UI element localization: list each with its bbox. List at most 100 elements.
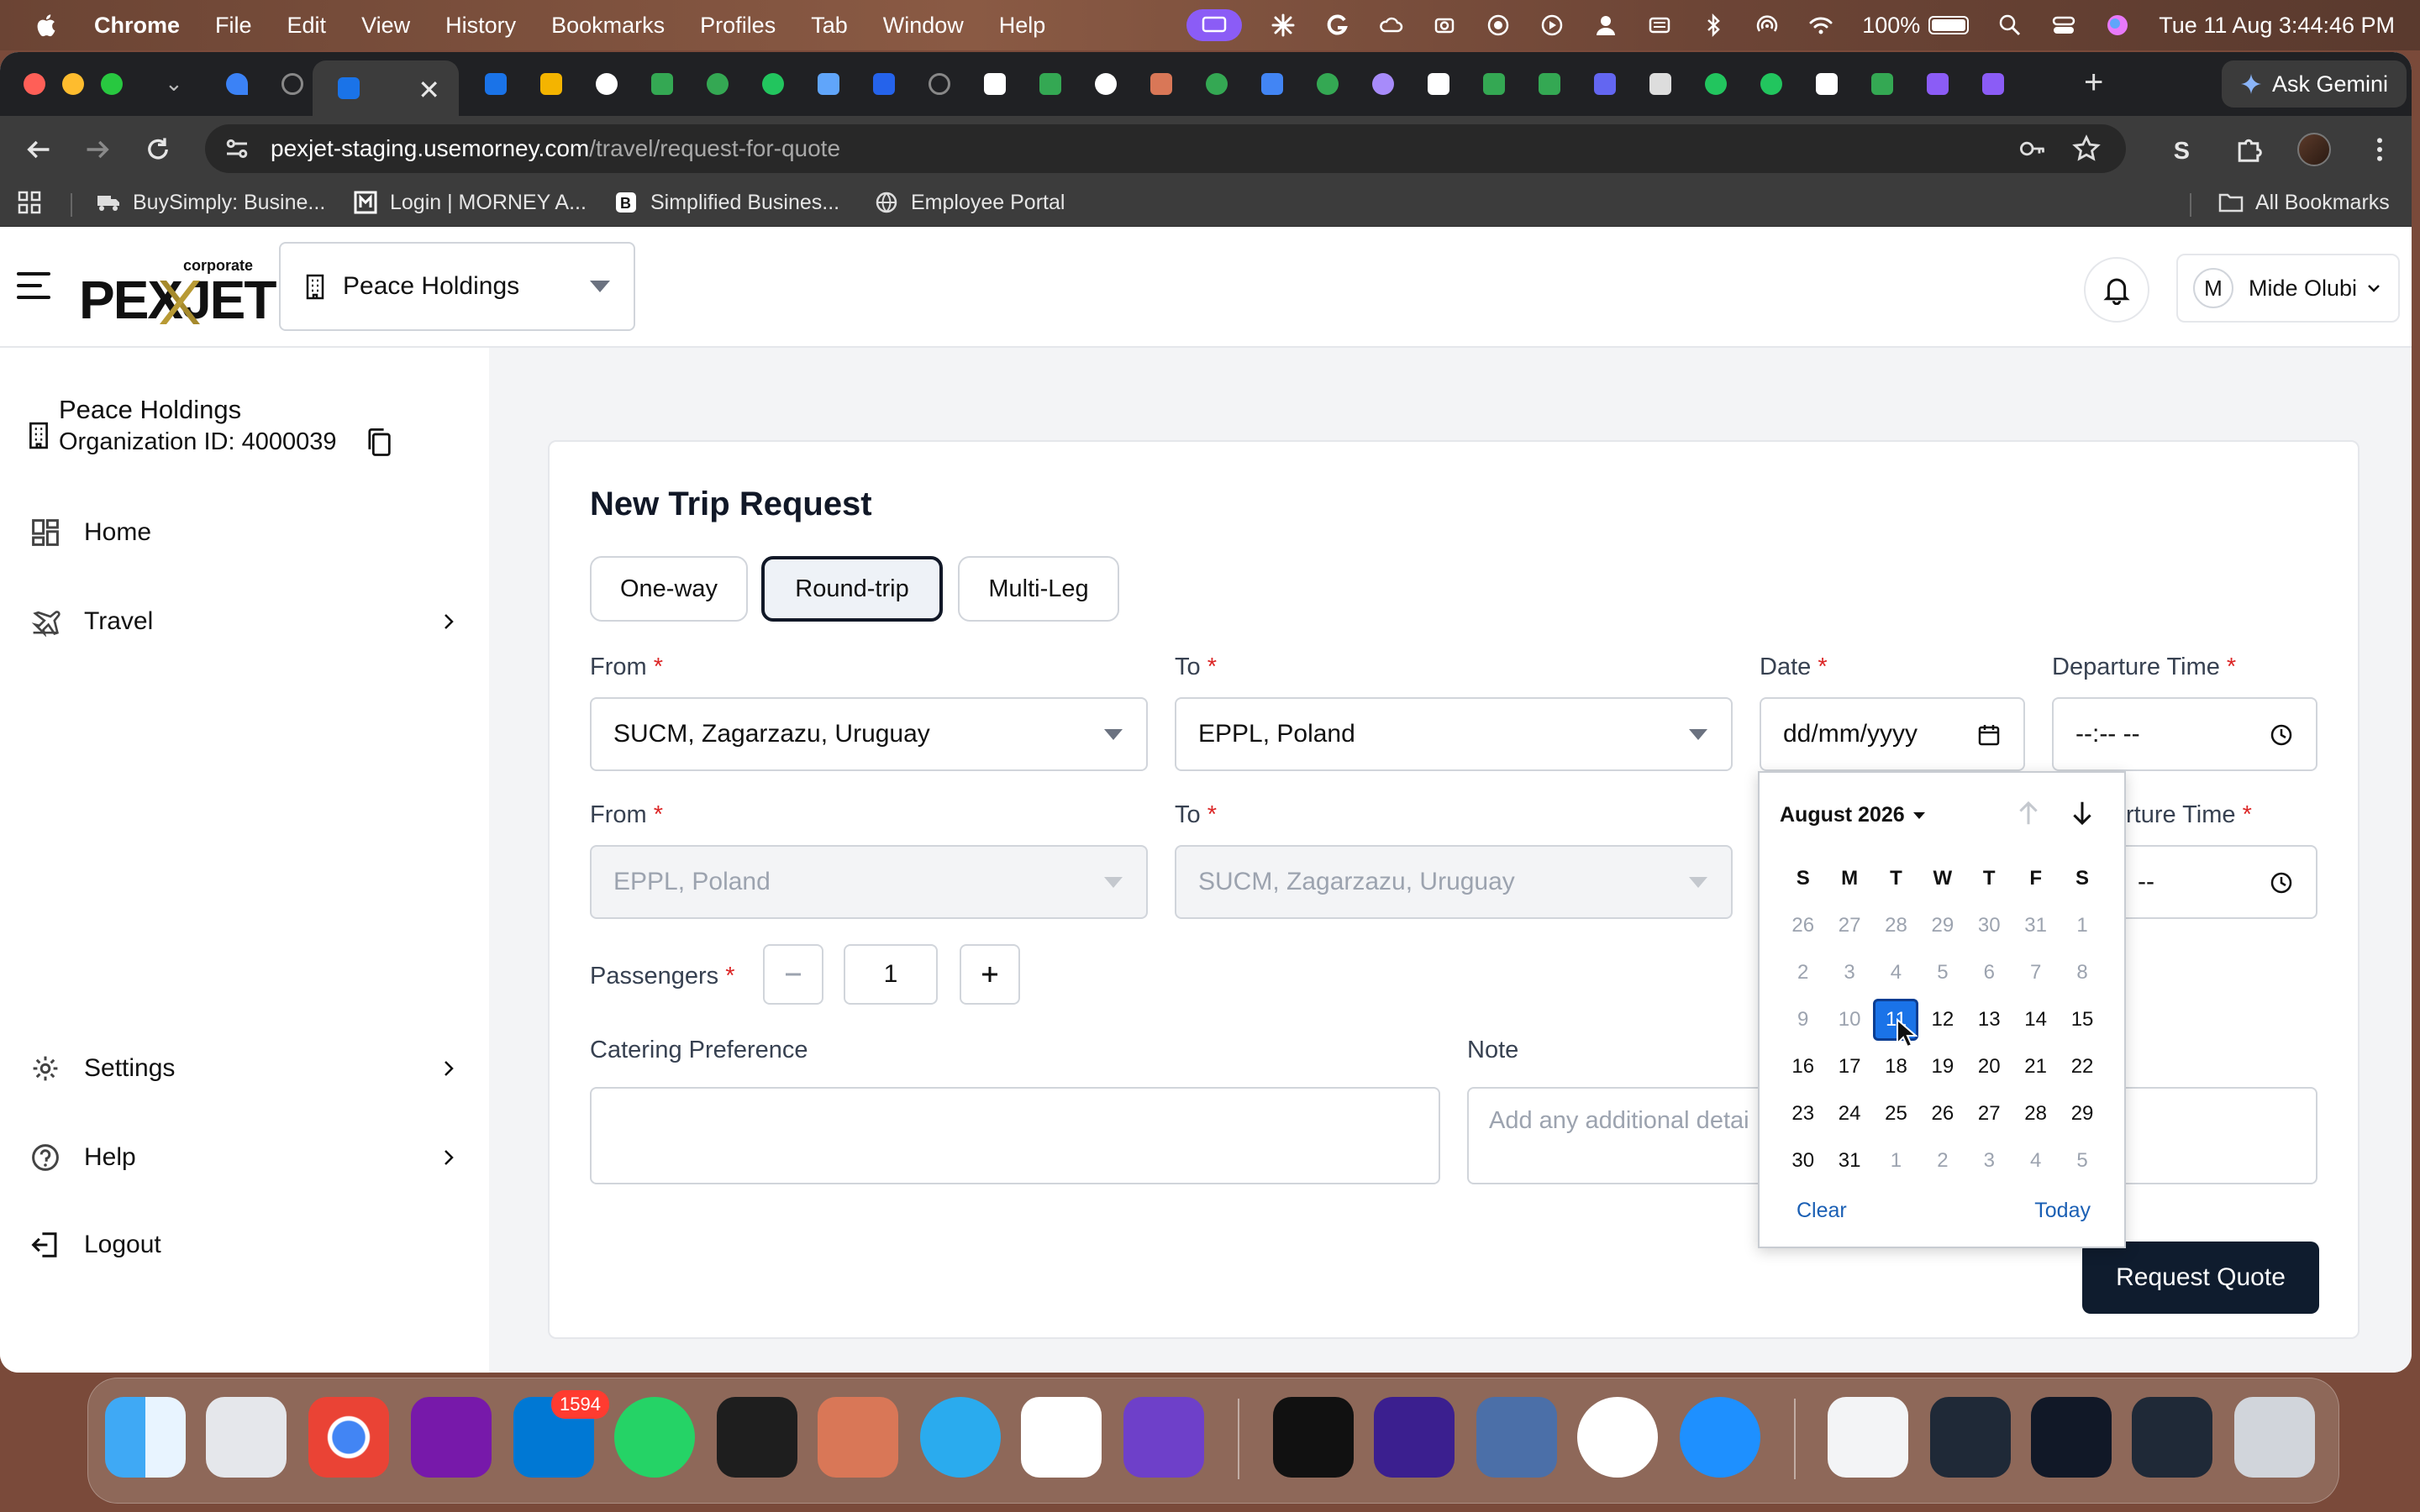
calendar-day[interactable]: 25 [1873,1092,1919,1136]
browser-tab[interactable] [810,66,847,102]
onenote-icon[interactable] [411,1397,492,1478]
month-year-selector[interactable]: August 2026 [1780,803,1925,827]
user-icon[interactable] [1593,13,1618,38]
claude-dock-icon[interactable] [818,1397,898,1478]
browser-tab[interactable] [1642,66,1679,102]
calendar-day[interactable]: 27 [1966,1092,2012,1136]
calendar-day[interactable]: 24 [1826,1092,1872,1136]
browser-tab[interactable] [1143,66,1180,102]
profile-avatar[interactable] [2297,133,2331,166]
calendar-day[interactable]: 12 [1919,998,1965,1042]
menu-tab[interactable]: Tab [811,13,848,39]
browser-tab[interactable] [1697,66,1734,102]
all-bookmarks-button[interactable]: All Bookmarks [2218,190,2390,215]
browser-tab[interactable] [1975,66,2012,102]
browser-tab[interactable] [699,66,736,102]
browser-tab[interactable] [1087,66,1124,102]
grammarly-dock-icon[interactable] [1374,1397,1455,1478]
next-month-button[interactable] [2067,798,2101,832]
clock-icon[interactable] [2269,722,2294,748]
window-maximize-button[interactable] [101,73,123,95]
calendar-day[interactable]: 18 [1873,1045,1919,1089]
browser-tab[interactable] [1864,66,1901,102]
play-icon[interactable] [1539,13,1565,38]
calendar-day[interactable]: 29 [2059,1092,2105,1136]
calendar-day[interactable]: 13 [1966,998,2012,1042]
calendar-day[interactable]: 20 [1966,1045,2012,1089]
calendar-day[interactable]: 5 [1919,951,1965,995]
sidebar-item-help[interactable]: Help [30,1134,459,1181]
clock-app-icon[interactable] [1577,1397,1658,1478]
calendar-day[interactable]: 5 [2059,1139,2105,1183]
new-tab-icon[interactable]: + [2084,64,2103,102]
window-thumbnail-icon[interactable] [2132,1397,2212,1478]
document-thumbnail-icon[interactable] [1828,1397,1908,1478]
chatgpt-icon[interactable] [1021,1397,1102,1478]
menu-file[interactable]: File [215,13,252,39]
menu-app-name[interactable]: Chrome [94,13,180,39]
calendar-day[interactable]: 4 [1873,951,1919,995]
calendar-day[interactable]: 3 [1966,1139,2012,1183]
browser-tab[interactable] [1365,66,1402,102]
passengers-count[interactable]: 1 [844,944,938,1005]
browser-tab[interactable] [1420,66,1457,102]
calendar-day[interactable]: 8 [2059,951,2105,995]
calendar-day[interactable]: 2 [1919,1139,1965,1183]
calendar-day[interactable]: 22 [2059,1045,2105,1089]
browser-tab[interactable] [1919,66,1956,102]
extension-s-icon[interactable]: S [2170,134,2200,165]
browser-tab[interactable] [921,66,958,102]
finder-icon[interactable] [105,1397,186,1478]
apps-grid-button[interactable] [17,190,42,215]
trash-icon[interactable] [2234,1397,2315,1478]
increase-passengers-button[interactable] [960,944,1020,1005]
calendar-day[interactable]: 2 [1780,951,1826,995]
browser-tab[interactable] [1808,66,1845,102]
chrome-dock-icon[interactable] [308,1397,389,1478]
screen-share-icon[interactable] [1186,9,1243,41]
window-close-button[interactable] [24,73,45,95]
terminal-icon[interactable] [1273,1397,1354,1478]
calendar-day[interactable]: 26 [1919,1092,1965,1136]
leg1-to-select[interactable]: EPPL, Poland [1175,697,1733,771]
grammarly-icon[interactable] [1324,13,1349,38]
browser-tab[interactable] [218,66,255,102]
battery-indicator[interactable]: 100% [1862,13,1970,39]
organization-selector[interactable]: Peace Holdings [279,242,635,331]
arc-icon[interactable] [717,1397,797,1478]
browser-tab[interactable] [1586,66,1623,102]
menu-help[interactable]: Help [999,13,1046,39]
menu-view[interactable]: View [361,13,410,39]
sidebar-item-travel[interactable]: Travel [30,598,459,645]
calendar-day[interactable]: 14 [2012,998,2059,1042]
trip-type-one-way[interactable]: One-way [590,556,748,622]
browser-tab[interactable] [755,66,792,102]
bookmark-simplified-business[interactable]: B Simplified Busines... [613,190,839,215]
request-quote-button[interactable]: Request Quote [2082,1242,2319,1314]
menu-history[interactable]: History [445,13,516,39]
browser-tab[interactable] [1032,66,1069,102]
menu-bookmarks[interactable]: Bookmarks [551,13,665,39]
url-text[interactable]: pexjet-staging.usemorney.com/travel/requ… [271,135,840,162]
bookmark-morney-login[interactable]: Login | MORNEY A... [353,190,587,215]
keyboard-icon[interactable] [1647,13,1672,38]
window-thumbnail-icon[interactable] [1930,1397,2011,1478]
calendar-day[interactable]: 9 [1780,998,1826,1042]
calendar-day[interactable]: 28 [2012,1092,2059,1136]
window-thumbnail-icon[interactable] [2031,1397,2112,1478]
ask-gemini-button[interactable]: Ask Gemini [2222,60,2407,108]
spotlight-search-icon[interactable] [1997,13,2023,38]
active-browser-tab[interactable]: ✕ [313,60,459,116]
browser-tab[interactable] [1254,66,1291,102]
calendar-day[interactable]: 6 [1966,951,2012,995]
window-minimize-button[interactable] [62,73,84,95]
browser-tab[interactable] [1476,66,1512,102]
pexjet-logo[interactable]: corporate PEXJET [79,252,276,330]
screenshot-icon[interactable] [1432,13,1457,38]
calendar-day[interactable]: 28 [1873,904,1919,948]
leg1-departure-time-input[interactable]: --:-- -- [2052,697,2317,771]
safari-icon[interactable] [1680,1397,1760,1478]
browser-tab[interactable] [1753,66,1790,102]
sidebar-item-settings[interactable]: Settings [30,1045,459,1092]
control-center-icon[interactable] [2051,13,2076,38]
